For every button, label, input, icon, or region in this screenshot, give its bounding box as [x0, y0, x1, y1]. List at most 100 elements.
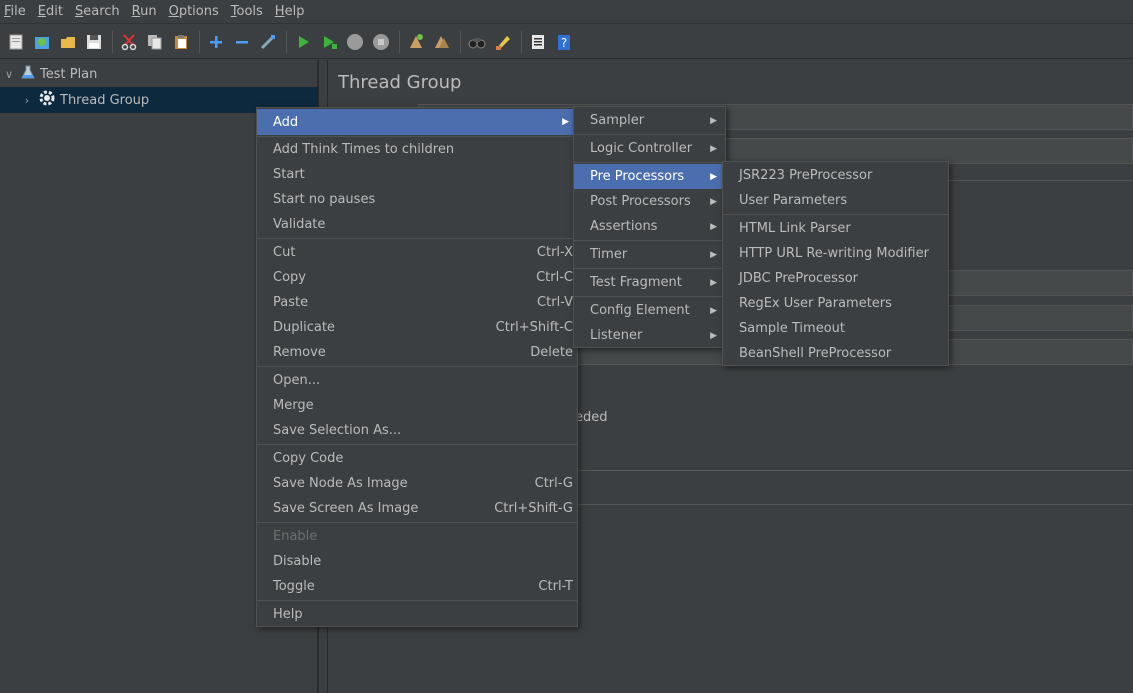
toggle-icon[interactable]: [256, 30, 280, 54]
menu-timer[interactable]: Timer ▶: [574, 242, 725, 267]
menu-beanshell-preprocessor[interactable]: BeanShell PreProcessor: [723, 341, 948, 366]
menu-post-processors[interactable]: Post Processors ▶: [574, 189, 725, 214]
toolbar: ?: [0, 25, 1133, 59]
search-icon[interactable]: [465, 30, 489, 54]
menu-jdbc-preprocessor[interactable]: JDBC PreProcessor: [723, 266, 948, 291]
menu-http-url-rewriting[interactable]: HTTP URL Re-writing Modifier: [723, 241, 948, 266]
menu-separator: [257, 238, 577, 239]
menu-help[interactable]: Help: [271, 0, 309, 24]
copy-icon[interactable]: [143, 30, 167, 54]
menu-separator: [574, 296, 725, 297]
menu-save-selection[interactable]: Save Selection As...: [257, 418, 577, 443]
menu-search[interactable]: Search: [71, 0, 124, 24]
tree-node-test-plan[interactable]: ∨ Test Plan: [0, 61, 318, 87]
menu-enable: Enable: [273, 529, 318, 544]
menu-sample-timeout[interactable]: Sample Timeout: [723, 316, 948, 341]
menu-separator: [257, 444, 577, 445]
menu-save-node-image[interactable]: Save Node As Image Ctrl-G: [257, 471, 577, 496]
chevron-right-icon[interactable]: ›: [20, 94, 34, 107]
function-helper-icon[interactable]: [526, 30, 550, 54]
shutdown-icon[interactable]: [369, 30, 393, 54]
menu-user-parameters[interactable]: User Parameters: [723, 188, 948, 213]
menu-test-fragment[interactable]: Test Fragment ▶: [574, 270, 725, 295]
menu-disable[interactable]: Disable: [257, 549, 577, 574]
gear-icon: [38, 89, 56, 111]
menu-pre-processors[interactable]: Pre Processors ▶: [574, 164, 725, 189]
clear-icon[interactable]: [404, 30, 428, 54]
add-submenu: Sampler ▶ Logic Controller ▶ Pre Processor…: [573, 106, 726, 348]
toolbar-separator: [521, 30, 522, 53]
context-menu: Add ▶ Add Think Times to children Start S…: [256, 107, 578, 627]
tree-label-test-plan: Test Plan: [40, 66, 98, 82]
svg-text:?: ?: [561, 36, 567, 50]
save-icon[interactable]: [82, 30, 106, 54]
toolbar-separator: [460, 30, 461, 53]
submenu-arrow-icon: ▶: [710, 171, 717, 182]
submenu-arrow-icon: ▶: [710, 196, 717, 207]
menu-help-item[interactable]: Help: [257, 602, 577, 627]
menu-save-screen-image[interactable]: Save Screen As Image Ctrl+Shift-G: [257, 496, 577, 521]
menu-tools[interactable]: Tools: [227, 0, 267, 24]
menu-separator: [723, 214, 948, 215]
clear-all-icon[interactable]: [430, 30, 454, 54]
reset-search-icon[interactable]: [491, 30, 515, 54]
menu-separator: [257, 366, 577, 367]
submenu-arrow-icon: ▶: [710, 305, 717, 316]
menu-merge[interactable]: Merge: [257, 393, 577, 418]
collapse-icon[interactable]: [230, 30, 254, 54]
help-icon[interactable]: ?: [552, 30, 576, 54]
menu-listener[interactable]: Listener ▶: [574, 323, 725, 348]
submenu-arrow-icon: ▶: [562, 117, 569, 127]
preprocessors-submenu: JSR223 PreProcessor User Parameters HTML…: [722, 161, 949, 366]
menu-edit[interactable]: Edit: [34, 0, 67, 24]
templates-icon[interactable]: [30, 30, 54, 54]
menu-assertions[interactable]: Assertions ▶: [574, 214, 725, 239]
submenu-arrow-icon: ▶: [710, 115, 717, 126]
partial-label: eded: [575, 410, 608, 425]
submenu-arrow-icon: ▶: [710, 221, 717, 232]
menu-open[interactable]: Open...: [257, 368, 577, 393]
menu-bar: File Edit Search Run Options Tools Help: [0, 0, 1133, 24]
menu-cut[interactable]: Cut Ctrl-X: [257, 240, 577, 265]
flask-icon: [20, 64, 36, 84]
menu-html-link-parser[interactable]: HTML Link Parser: [723, 216, 948, 241]
toolbar-separator: [112, 30, 113, 53]
menu-copy-code[interactable]: Copy Code: [257, 446, 577, 471]
menu-logic-controller[interactable]: Logic Controller ▶: [574, 136, 725, 161]
cut-icon[interactable]: [117, 30, 141, 54]
toolbar-separator: [199, 30, 200, 53]
menu-add-think-times[interactable]: Add Think Times to children: [257, 137, 577, 162]
menu-options[interactable]: Options: [165, 0, 223, 24]
menu-duplicate[interactable]: Duplicate Ctrl+Shift-C: [257, 315, 577, 340]
menu-remove[interactable]: Remove Delete: [257, 340, 577, 365]
menu-copy[interactable]: Copy Ctrl-C: [257, 265, 577, 290]
expand-icon[interactable]: [204, 30, 228, 54]
menu-start-no-pauses[interactable]: Start no pauses: [257, 187, 577, 212]
paste-icon[interactable]: [169, 30, 193, 54]
menu-toggle[interactable]: Toggle Ctrl-T: [257, 574, 577, 599]
toolbar-separator: [286, 30, 287, 53]
chevron-down-icon[interactable]: ∨: [2, 68, 16, 81]
menu-jsr223-preprocessor[interactable]: JSR223 PreProcessor: [723, 163, 948, 188]
menu-separator: [257, 522, 577, 523]
menu-config-element[interactable]: Config Element ▶: [574, 298, 725, 323]
page-title: Thread Group: [338, 72, 462, 93]
menu-paste[interactable]: Paste Ctrl-V: [257, 290, 577, 315]
submenu-arrow-icon: ▶: [710, 330, 717, 341]
menu-start[interactable]: Start: [257, 162, 577, 187]
menu-file[interactable]: File: [0, 0, 30, 24]
stop-icon[interactable]: [343, 30, 367, 54]
menu-validate[interactable]: Validate: [257, 212, 577, 237]
toolbar-separator: [399, 30, 400, 53]
menu-regex-user-parameters[interactable]: RegEx User Parameters: [723, 291, 948, 316]
menu-add[interactable]: Add ▶: [257, 109, 577, 135]
start-icon[interactable]: [291, 30, 315, 54]
menu-run[interactable]: Run: [128, 0, 161, 24]
start-no-pauses-icon[interactable]: [317, 30, 341, 54]
submenu-arrow-icon: ▶: [710, 249, 717, 260]
open-icon[interactable]: [56, 30, 80, 54]
new-icon[interactable]: [4, 30, 28, 54]
menu-sampler[interactable]: Sampler ▶: [574, 108, 725, 133]
menu-separator: [257, 600, 577, 601]
menu-separator: [574, 134, 725, 135]
